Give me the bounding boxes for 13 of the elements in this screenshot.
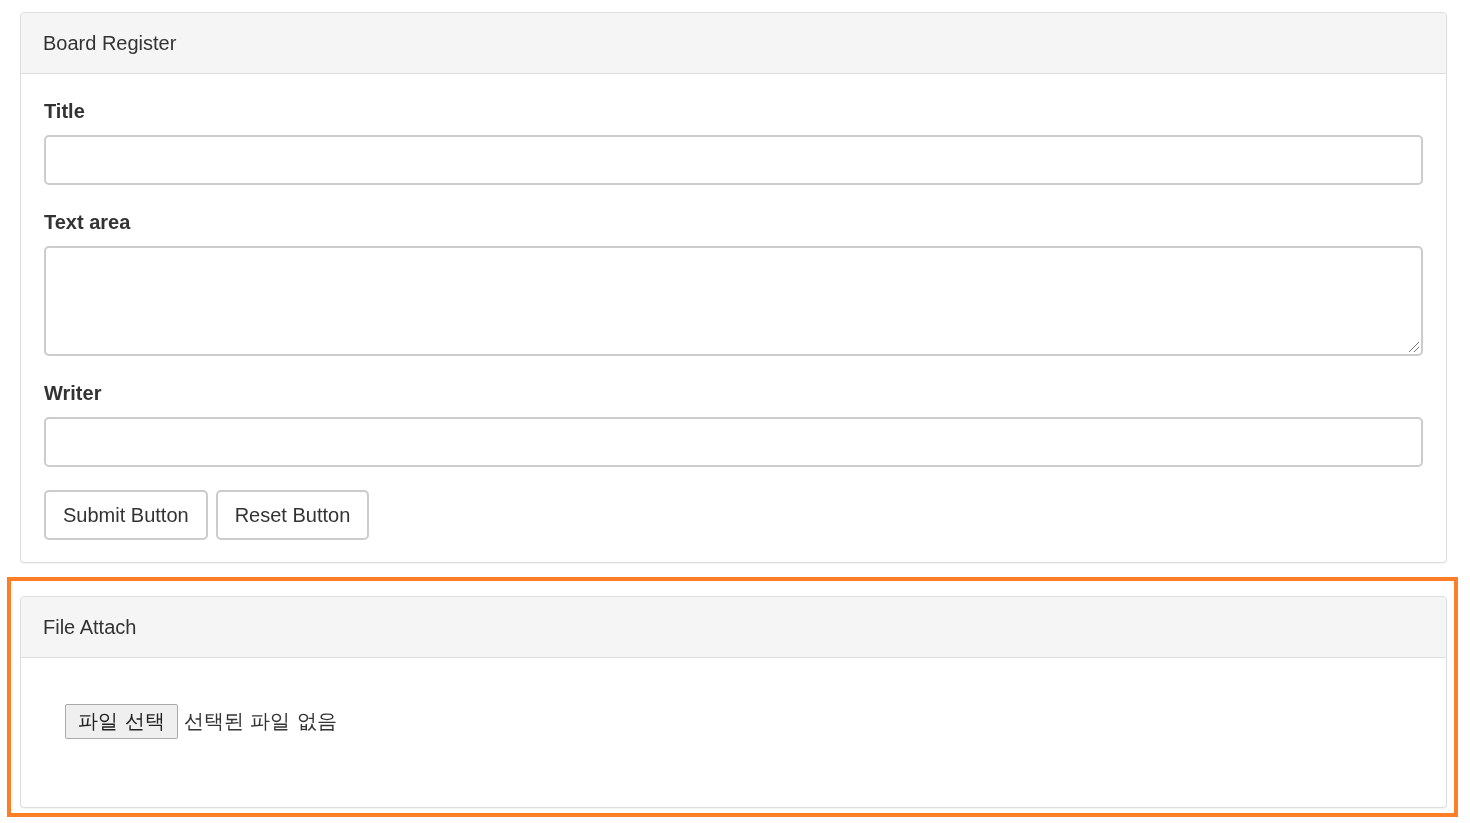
file-status-text: 선택된 파일 없음 — [184, 708, 337, 735]
field-label: Writer — [44, 381, 103, 406]
field-label: Title — [44, 99, 86, 124]
submit-button[interactable]: Submit Button — [44, 490, 208, 540]
textarea-field[interactable] — [44, 246, 1423, 356]
choose-file-button[interactable]: 파일 선택 — [65, 704, 178, 739]
text-input-field[interactable] — [44, 417, 1423, 467]
resize-grip-icon[interactable] — [1409, 342, 1419, 352]
reset-button[interactable]: Reset Button — [215, 490, 370, 540]
field-label: Text area — [44, 210, 132, 235]
panel-heading: File Attach — [21, 597, 1446, 658]
panel-heading: Board Register — [21, 13, 1446, 74]
text-input-field[interactable] — [44, 135, 1423, 185]
